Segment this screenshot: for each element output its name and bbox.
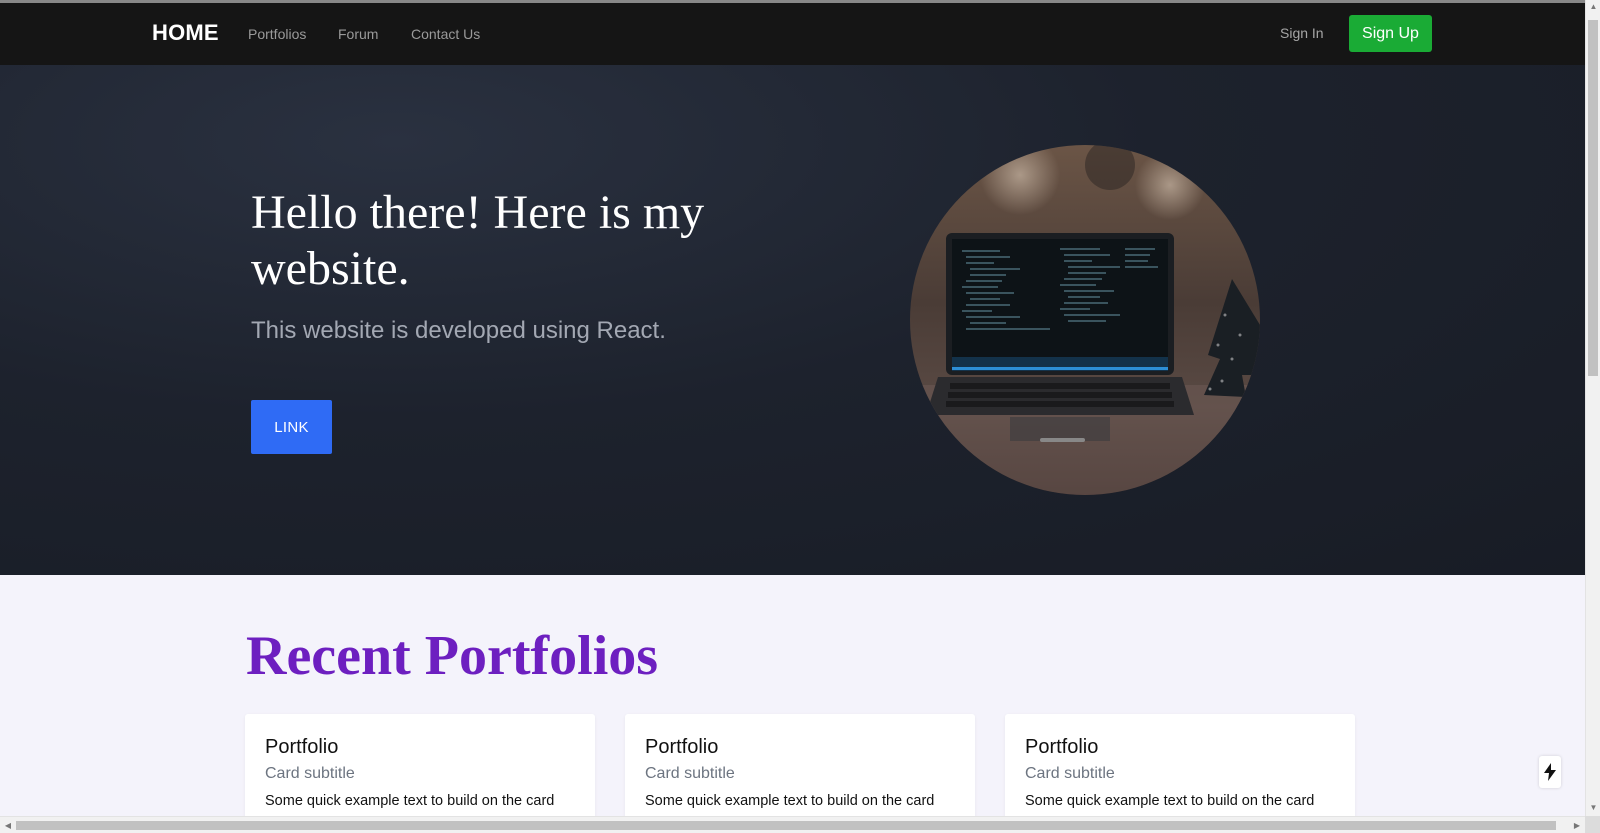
vertical-scrollbar-thumb[interactable] xyxy=(1588,20,1598,376)
nav-link-portfolios[interactable]: Portfolios xyxy=(248,26,306,42)
hero-title: Hello there! Here is my website. xyxy=(251,186,705,295)
hero-link-button[interactable]: LINK xyxy=(251,400,332,454)
portfolio-card[interactable]: Portfolio Card subtitle Some quick examp… xyxy=(1005,714,1355,816)
card-text: Some quick example text to build on the … xyxy=(645,793,935,809)
sign-up-button[interactable]: Sign Up xyxy=(1349,15,1432,52)
scroll-down-arrow-icon[interactable]: ▼ xyxy=(1586,801,1600,815)
hero-section: Hello there! Here is my website. This we… xyxy=(0,65,1585,575)
horizontal-scrollbar[interactable]: ◀ ▶ xyxy=(0,816,1585,833)
portfolio-card[interactable]: Portfolio Card subtitle Some quick examp… xyxy=(625,714,975,816)
portfolio-card[interactable]: Portfolio Card subtitle Some quick examp… xyxy=(245,714,595,816)
nav-link-forum[interactable]: Forum xyxy=(338,26,378,42)
card-text: Some quick example text to build on the … xyxy=(265,793,555,809)
scroll-right-arrow-icon[interactable]: ▶ xyxy=(1570,817,1584,833)
card-title: Portfolio xyxy=(265,736,339,758)
hero-laptop-image xyxy=(910,145,1260,495)
hero-subtitle: This website is developed using React. xyxy=(251,317,666,344)
scroll-up-arrow-icon[interactable]: ▲ xyxy=(1586,0,1600,14)
top-navbar: HOME Portfolios Forum Contact Us Sign In… xyxy=(0,3,1585,65)
card-text: Some quick example text to build on the … xyxy=(1025,793,1315,809)
scrollbar-corner xyxy=(1585,816,1600,833)
horizontal-scrollbar-thumb[interactable] xyxy=(16,821,1556,830)
brand-home-link[interactable]: HOME xyxy=(152,20,219,46)
card-subtitle: Card subtitle xyxy=(1025,765,1115,782)
card-subtitle: Card subtitle xyxy=(265,765,355,782)
card-title: Portfolio xyxy=(645,736,719,758)
card-subtitle: Card subtitle xyxy=(645,765,735,782)
bolt-icon[interactable] xyxy=(1539,756,1561,788)
vertical-scrollbar[interactable]: ▲ ▼ xyxy=(1585,0,1600,816)
card-title: Portfolio xyxy=(1025,736,1099,758)
recent-portfolios-heading: Recent Portfolios xyxy=(246,625,659,687)
browser-viewport: HOME Portfolios Forum Contact Us Sign In… xyxy=(0,0,1585,816)
nav-link-contact-us[interactable]: Contact Us xyxy=(411,26,480,42)
scroll-left-arrow-icon[interactable]: ◀ xyxy=(1,817,15,833)
sign-in-link[interactable]: Sign In xyxy=(1280,25,1324,41)
